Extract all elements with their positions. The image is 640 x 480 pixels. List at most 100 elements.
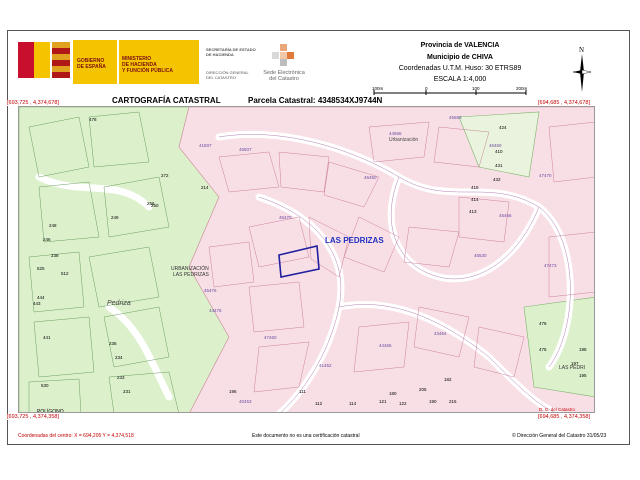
parcel-label: 272: [161, 173, 169, 178]
parcel-label: 197: [571, 361, 579, 366]
parcel-label: 431: [495, 163, 503, 168]
corner-top-left: [693,725 , 4,374,678]: [7, 100, 59, 106]
parcel-label: 121: [379, 399, 387, 404]
parcel-label: 122: [399, 401, 407, 406]
parcel-label: 45530: [474, 253, 487, 258]
parcel-label: 233: [117, 375, 125, 380]
sede-line2: del Catastro: [269, 76, 299, 82]
parcel-label: 238: [51, 253, 59, 258]
parcel-reference: Parcela Catastral: 4348534XJ9744N: [248, 96, 383, 105]
parcel-label: 40453: [239, 399, 252, 404]
parcel-label: 43476: [209, 308, 222, 313]
parcel-label: 256: [147, 201, 155, 206]
parcel-label: 248: [49, 223, 57, 228]
min-line3: Y FUNCIÓN PÚBLICA: [122, 68, 174, 74]
corner-bottom-left: [693,725 , 4,374,358]: [7, 414, 59, 420]
sec-line2: DE HACIENDA: [206, 52, 234, 57]
secretaria-text: SECRETARÍA DE ESTADO DE HACIENDA: [206, 47, 256, 57]
parcel-label: 180: [389, 391, 397, 396]
scale-bar: 100m 0 100 200m: [372, 86, 528, 95]
parcel-label: 45583: [449, 115, 462, 120]
parcel-label: 198: [579, 347, 587, 352]
parcel-label: 46470: [279, 215, 292, 220]
parcel-label: 214: [201, 185, 209, 190]
parcel-label: 44465: [379, 343, 392, 348]
not-certificate-notice: Este documento no es una certificación c…: [252, 433, 360, 439]
urb-pedrizas-1: URBANIZACIÓN: [171, 265, 209, 272]
sede-text: Sede Electrónica del Catastro: [258, 70, 310, 82]
parcel-label: 196: [229, 389, 237, 394]
cadastral-map[interactable]: LAS PEDRIZAS Urbanización URBANIZACIÓN L…: [18, 106, 595, 413]
parcel-label: 476: [539, 321, 547, 326]
parcel-label: 443: [33, 301, 41, 306]
urbanizacion-label: Urbanización: [389, 137, 418, 143]
province-title: Provincia de VALENCIA: [420, 42, 500, 49]
parcel-label: 47470: [539, 173, 552, 178]
parcel-label: 205: [419, 387, 427, 392]
direccion-general-text: DIRECCIÓN GENERAL DEL CATASTRO: [206, 70, 249, 80]
las-pedrizas-label: LAS PEDRIZAS: [325, 236, 384, 245]
parcel-label: 215: [449, 399, 457, 404]
parcel-label: 410: [495, 149, 503, 154]
gobierno-box: GOBIERNO DE ESPAÑA: [73, 40, 117, 84]
parcel-label: 246: [43, 237, 51, 242]
parcel-label: 47460: [264, 335, 277, 340]
dg-catastro-label: D. G. del Catastro: [539, 407, 576, 412]
north-arrow-icon: N: [573, 46, 592, 92]
parcel-label: 414: [471, 197, 479, 202]
copyright-text: © Dirección General del Catastro 31/05/2…: [512, 433, 607, 439]
parcel-label: 195: [579, 373, 587, 378]
parcel-label: 45507: [239, 147, 252, 152]
parcel-label: 41452: [319, 363, 332, 368]
ministerio-box: MINISTERIO DE HACIENDA Y FUNCIÓN PÚBLICA: [119, 40, 199, 84]
coordinates-system: Coordenadas U.T.M. Huso: 30 ETRS89: [398, 65, 522, 72]
north-label: N: [579, 46, 584, 54]
parcel-label: 114: [349, 401, 357, 406]
parcel-label: 46460: [489, 143, 502, 148]
poligono-label: POLÍGONO: [37, 408, 64, 413]
parcel-label: 41507: [199, 143, 212, 148]
parcel-label: 236: [109, 341, 117, 346]
parcel-label: 413: [469, 209, 477, 214]
parcel-label: 432: [493, 177, 501, 182]
scale-text: ESCALA 1:4,000: [433, 76, 487, 83]
parcel-label: 249: [111, 215, 119, 220]
parcel-label: 441: [43, 335, 51, 340]
sede-catastro-logo-icon: [272, 44, 294, 66]
corner-bottom-right: [694,685 , 4,374,358]: [538, 414, 590, 420]
parcel-label: 182: [444, 377, 452, 382]
parcel-label: 478: [89, 117, 97, 122]
parcel-label: 43464: [434, 331, 447, 336]
parcel-label: 234: [115, 355, 123, 360]
flag-yellow-band: [34, 42, 50, 78]
center-coordinates: Coordenadas del centro: X = 694,205 Y = …: [18, 433, 134, 439]
coat-of-arms-icon: [52, 42, 70, 78]
parcel-label: 415: [471, 185, 479, 190]
scale-tick-2: 100: [472, 86, 480, 91]
parcel-label: 112: [315, 401, 323, 406]
corner-top-right: [694,685 , 4,374,678]: [538, 100, 590, 106]
parcel-label: 424: [499, 125, 507, 130]
government-logo: GOBIERNO DE ESPAÑA MINISTERIO DE HACIEND…: [18, 40, 200, 84]
parcel-label: 44566: [389, 131, 402, 136]
parcel-label: 525: [37, 266, 45, 271]
cartografia-title: CARTOGRAFÍA CATASTRAL: [112, 96, 221, 105]
parcel-label: 444: [37, 295, 45, 300]
scale-tick-1: 0: [425, 86, 428, 91]
municipality-title: Municipio de CHIVA: [427, 54, 493, 61]
map-canvas: LAS PEDRIZAS Urbanización URBANIZACIÓN L…: [19, 107, 594, 413]
urb-pedrizas-2: LAS PEDRIZAS: [173, 272, 210, 278]
parcel-label: 190: [429, 399, 437, 404]
dg-line2: DEL CATASTRO: [206, 75, 236, 80]
parcel-label: 530: [41, 383, 49, 388]
flag-red-band: [18, 42, 34, 78]
parcel-label: 111: [299, 389, 306, 394]
parcel-label: 45476: [204, 288, 217, 293]
parcel-label: 512: [61, 271, 69, 276]
parcel-label: 231: [123, 389, 131, 394]
parcel-label: 475: [539, 347, 547, 352]
parcel-label: 47473: [544, 263, 557, 268]
scale-tick-3: 200m: [516, 86, 528, 91]
parcel-label: 45466: [499, 213, 512, 218]
parcel-label: 46450: [364, 175, 377, 180]
